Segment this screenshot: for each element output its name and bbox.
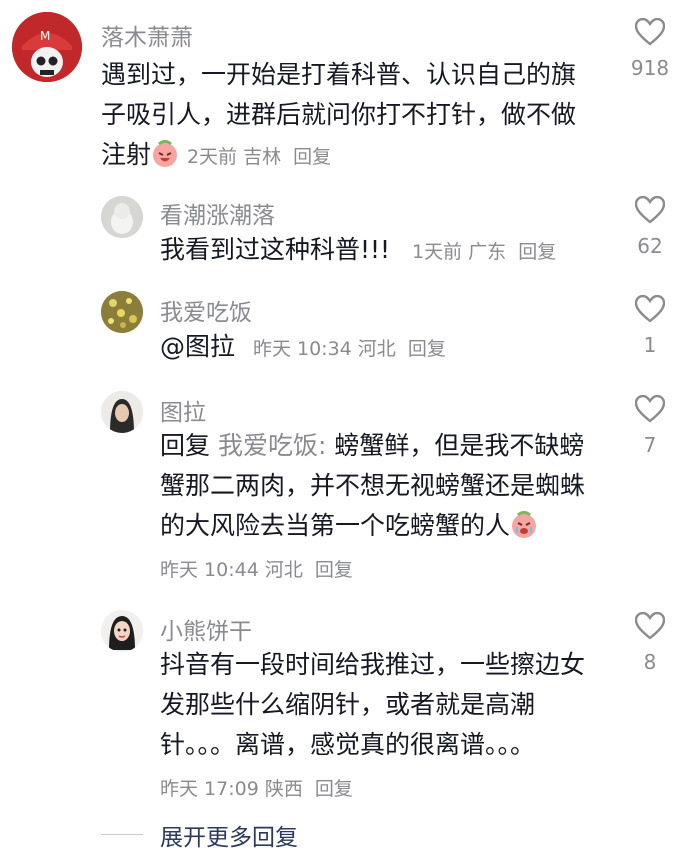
crying-emoji-icon [512,511,537,538]
girl-avatar-icon [101,610,143,652]
expand-more-replies-button[interactable]: 展开更多回复 [160,818,298,852]
like-count: 7 [643,433,657,457]
reply-button[interactable]: 回复 [315,559,353,581]
comment-text: 回复 我爱吃饭: 螃蟹鲜，但是我不缺螃 蟹那二两肉，并不想无视螃蟹还是蜘蛛 的大… [160,426,600,590]
comment-text-line: 针。。。离谱，感觉真的很离谱。。。 [160,730,536,759]
comment-text-line: 抖音有一段时间给我推过，一些擦边女 [160,650,586,679]
heart-icon [635,612,665,640]
reply-button[interactable]: 回复 [518,241,556,263]
avatar[interactable] [101,291,143,333]
comment-text-line: 发那些什么缩阴针，或者就是高潮 [160,690,536,719]
heart-icon [635,18,665,46]
reply-button[interactable]: 回复 [315,778,353,800]
avatar[interactable] [101,391,143,433]
mention-link[interactable]: @图拉 [160,332,235,361]
svg-text:M: M [40,29,50,43]
comment-meta: 2天前 吉林 回复 [187,146,331,168]
reply-button[interactable]: 回复 [408,338,446,360]
flowers-avatar-icon [101,291,143,333]
comment-text-line: 子吸引人，进群后就问你打不打针，做不做 [101,100,577,129]
comment-username[interactable]: 我爱吃饭 [160,293,252,327]
comment-text-first-line: 回复 我爱吃饭: 螃蟹鲜，但是我不缺螃 [160,426,600,466]
heart-icon [635,196,665,224]
comment-text-line: 注射 [101,140,152,169]
heart-icon [635,395,665,423]
comment-text-last-line: 注射 2天前 吉林 回复 [101,135,601,177]
like-count: 1 [643,333,657,357]
like-button[interactable]: 8 [622,612,678,674]
comment-text-line: 遇到过，一开始是打着科普、认识自己的旗 [101,60,577,89]
avatar[interactable] [101,610,143,652]
reply-button[interactable]: 回复 [293,146,331,168]
comment-username[interactable]: 看潮涨潮落 [160,196,275,230]
comment-text-line: 蟹那二两肉，并不想无视螃蟹还是蜘蛛 [160,471,586,500]
expand-divider [101,834,143,835]
like-button[interactable]: 62 [622,196,678,258]
comment-meta: 昨天 17:09 陕西 回复 [160,769,600,809]
skull-cap-avatar-icon: M [12,12,82,82]
comment-text: 遇到过，一开始是打着科普、认识自己的旗 子吸引人，进群后就问你打不打针，做不做 … [101,55,601,177]
comment-time-location: 1天前 广东 [412,241,507,263]
laughing-emoji-icon [153,140,178,167]
comment-time-location: 2天前 吉林 [186,146,282,168]
reply-target[interactable]: 我爱吃饭: [218,431,326,460]
comment-username[interactable]: 小熊饼干 [160,612,252,646]
comment-username[interactable]: 图拉 [160,393,206,427]
comment-time-location: 昨天 17:09 陕西 [160,778,303,800]
comment-text: @图拉 昨天 10:34 河北 回复 [160,327,446,369]
cat-avatar-icon [101,196,143,238]
like-count: 918 [630,56,670,80]
comment-time-location: 昨天 10:34 河北 [252,338,396,360]
like-button[interactable]: 1 [622,295,678,357]
reply-prefix: 回复 [160,431,211,460]
avatar[interactable]: M [12,12,82,82]
person-avatar-icon [101,391,143,433]
comment-meta: 1天前 广东 回复 [412,241,556,263]
like-count: 62 [637,234,663,258]
comment-username[interactable]: 落木萧萧 [101,18,193,52]
comment-meta: 昨天 10:44 河北 回复 [160,550,600,590]
like-count: 8 [643,650,657,674]
comment-text-line: 的大风险去当第一个吃螃蟹的人 [160,511,511,540]
comment-text-last-line: 的大风险去当第一个吃螃蟹的人 [160,506,600,546]
like-button[interactable]: 7 [622,395,678,457]
like-button[interactable]: 918 [622,18,678,80]
heart-icon [635,295,665,323]
comment-text-line: 螃蟹鲜，但是我不缺螃 [326,431,585,460]
comment-text: 抖音有一段时间给我推过，一些擦边女 发那些什么缩阴针，或者就是高潮 针。。。离谱… [160,645,600,809]
avatar[interactable] [101,196,143,238]
comment-meta: 昨天 10:34 河北 回复 [253,338,446,360]
comment-text-line: 我看到过这种科普!!! [160,235,391,264]
comment-time-location: 昨天 10:44 河北 [160,559,303,581]
comment-text: 我看到过这种科普!!! 1天前 广东 回复 [160,230,556,272]
